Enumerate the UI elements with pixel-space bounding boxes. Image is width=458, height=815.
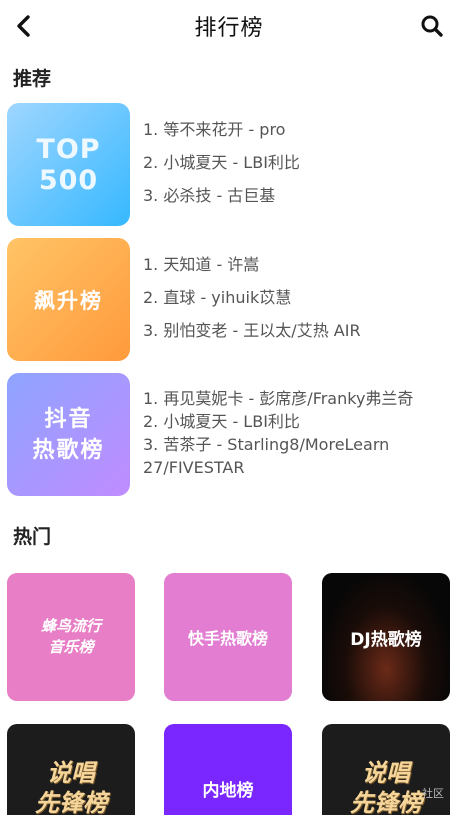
chart-song-list: 1. 等不来花开 - pro 2. 小城夏天 - LBI利比 3. 必杀技 - …	[143, 113, 448, 212]
hot-chart-rap[interactable]: 说唱 先锋榜	[7, 724, 135, 815]
song-item[interactable]: 1. 天知道 - 许嵩	[143, 248, 448, 281]
song-item[interactable]: 3. 别怕变老 - 王以太/艾热 AIR	[143, 314, 448, 347]
back-button[interactable]	[8, 10, 40, 42]
tile-text: 音乐榜	[48, 638, 94, 656]
song-item[interactable]: 3. 苦茶子 - Starling8/MoreLearn 27/FIVESTAR	[143, 433, 448, 479]
page-title: 排行榜	[194, 16, 264, 41]
tile-text: 蜂鸟流行	[40, 617, 101, 635]
hot-chart-mainland[interactable]: 内地榜	[164, 724, 292, 815]
cover-text: TOP	[36, 133, 101, 165]
hot-section-title: 热门	[13, 526, 52, 548]
cover-text: 500	[38, 164, 99, 196]
hot-chart-fengniao[interactable]: 蜂鸟流行 音乐榜	[7, 573, 135, 701]
chart-cover-soaring[interactable]: 飙升榜	[7, 238, 130, 361]
chart-row-soaring[interactable]: 飙升榜 1. 天知道 - 许嵩 2. 直球 - yihuik苡慧 3. 别怕变老…	[7, 238, 451, 362]
cover-text: 飙升榜	[34, 288, 103, 313]
recommend-section-title: 推荐	[13, 68, 52, 90]
top-bar: 排行榜	[0, 0, 458, 52]
tile-text: 说唱	[47, 759, 95, 787]
chart-song-list: 1. 再见莫妮卡 - 彭席彦/Franky弗兰奇 2. 小城夏天 - LBI利比…	[143, 387, 448, 479]
hot-chart-kuaishou[interactable]: 快手热歌榜	[164, 573, 292, 701]
chart-cover-douyin[interactable]: 抖音 热歌榜	[7, 373, 130, 496]
tile-text: 先锋榜	[35, 789, 107, 815]
song-item[interactable]: 1. 再见莫妮卡 - 彭席彦/Franky弗兰奇	[143, 387, 448, 410]
cover-text: 热歌榜	[32, 437, 105, 463]
chevron-left-icon	[17, 15, 30, 37]
song-item[interactable]: 2. 小城夏天 - LBI利比	[143, 410, 448, 433]
tile-text: 说唱	[362, 759, 410, 787]
tile-text: 快手热歌榜	[187, 629, 268, 648]
hot-chart-rap-2[interactable]: 说唱 先锋榜	[322, 724, 450, 815]
search-icon	[421, 15, 443, 37]
search-button[interactable]	[416, 10, 448, 42]
tile-text: DJ热歌榜	[350, 629, 422, 650]
tile-text: 先锋榜	[350, 789, 422, 815]
song-item[interactable]: 1. 等不来花开 - pro	[143, 113, 448, 146]
song-item[interactable]: 2. 直球 - yihuik苡慧	[143, 281, 448, 314]
tile-text: 内地榜	[202, 780, 254, 801]
chart-cover-top500[interactable]: TOP 500	[7, 103, 130, 226]
chart-song-list: 1. 天知道 - 许嵩 2. 直球 - yihuik苡慧 3. 别怕变老 - 王…	[143, 248, 448, 347]
song-item[interactable]: 3. 必杀技 - 古巨基	[143, 179, 448, 212]
watermark: 社区	[422, 787, 444, 800]
hot-chart-dj[interactable]: DJ热歌榜	[322, 573, 450, 701]
song-item[interactable]: 2. 小城夏天 - LBI利比	[143, 146, 448, 179]
cover-text: 抖音	[44, 406, 93, 432]
chart-row-top500[interactable]: TOP 500 1. 等不来花开 - pro 2. 小城夏天 - LBI利比 3…	[7, 103, 451, 227]
chart-row-douyin[interactable]: 抖音 热歌榜 1. 再见莫妮卡 - 彭席彦/Franky弗兰奇 2. 小城夏天 …	[7, 373, 451, 497]
